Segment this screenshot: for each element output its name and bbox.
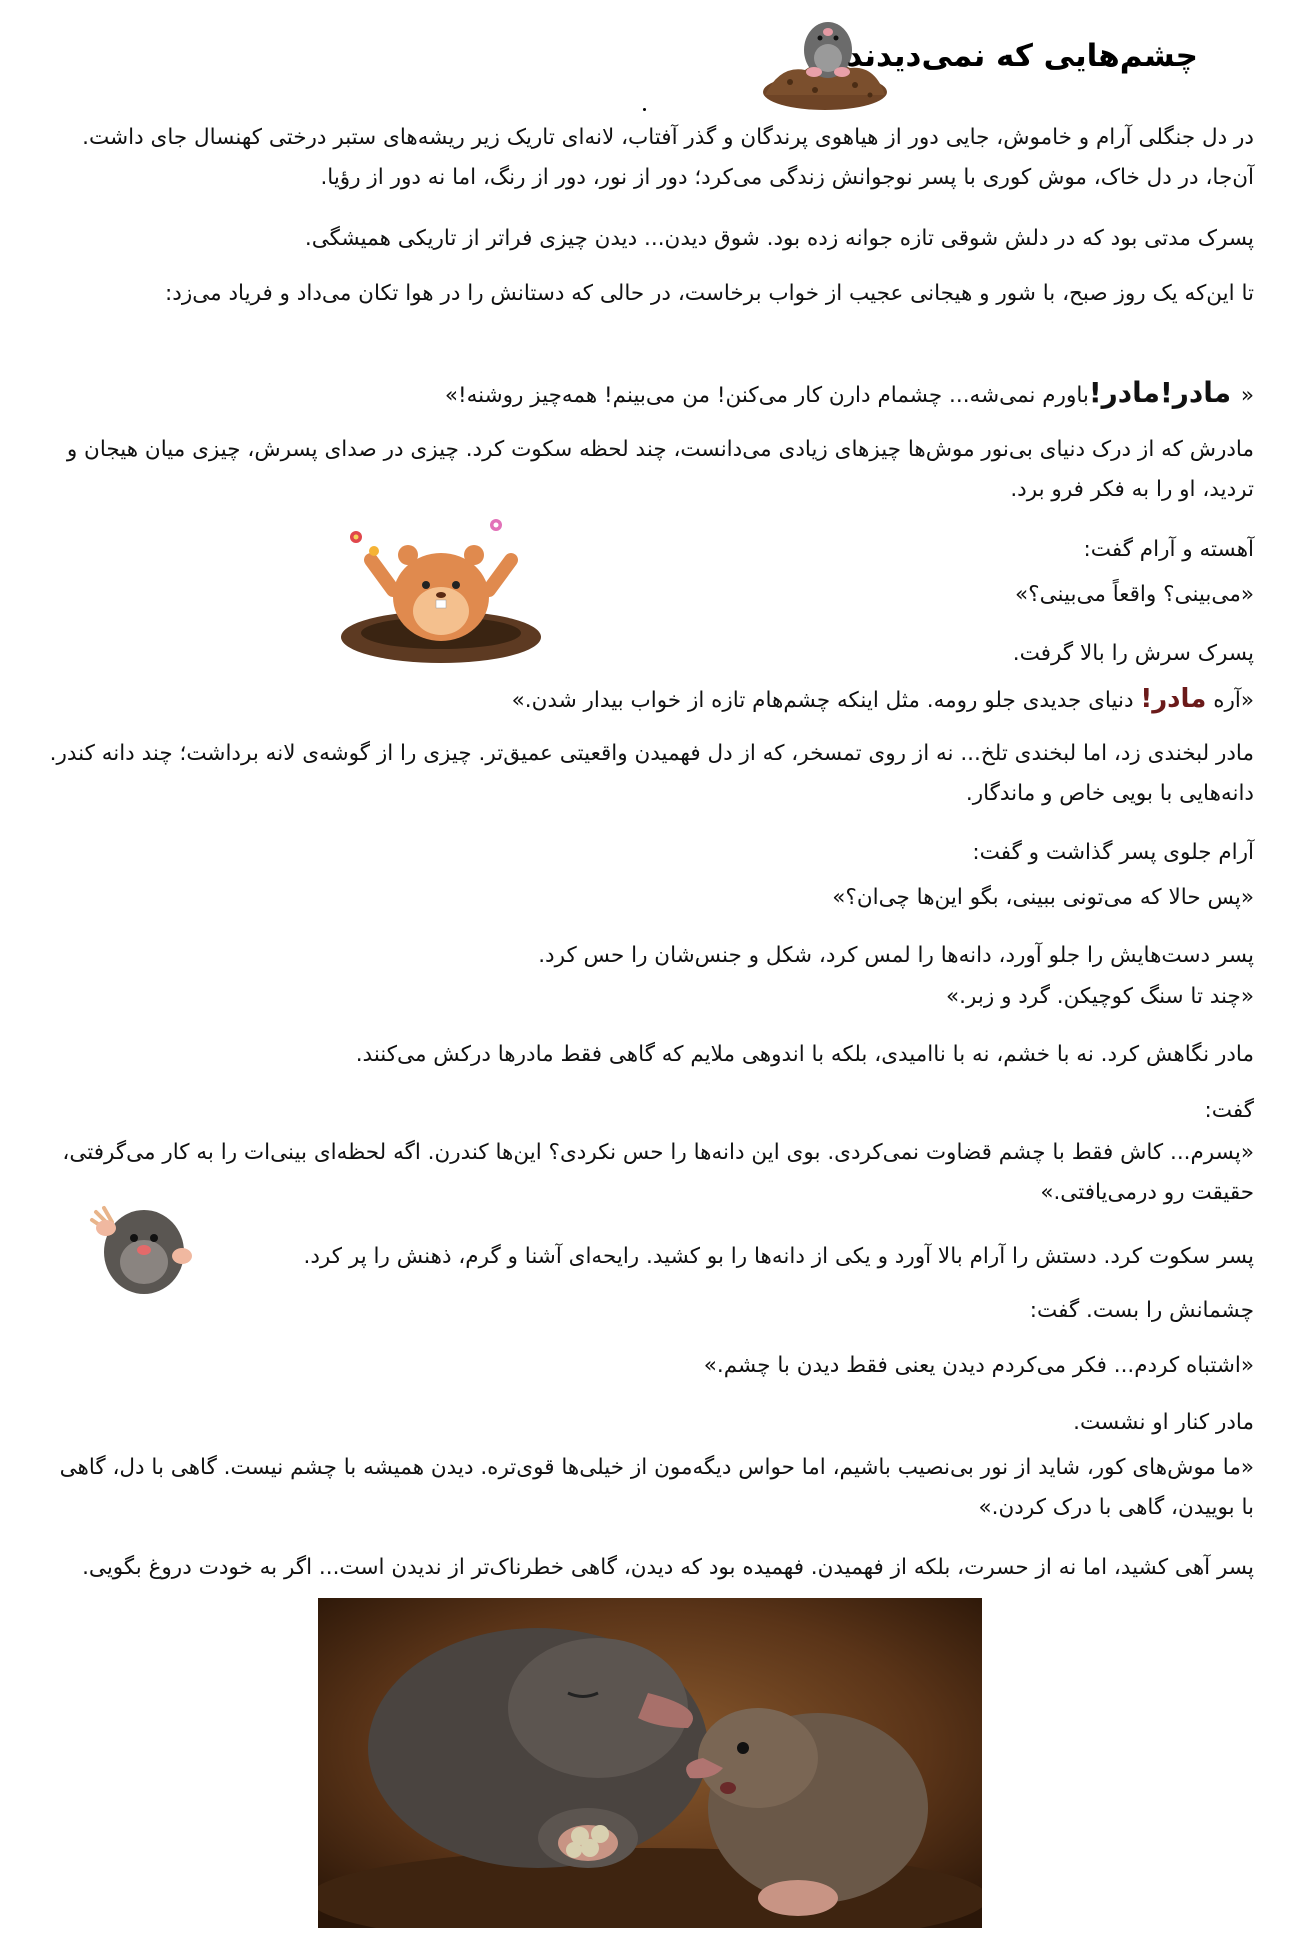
paragraph-16: گفت: — [1204, 1098, 1254, 1123]
paragraph-17: «پسرم... کاش فقط با چشم قضاوت نمی‌کردی. … — [62, 1140, 1254, 1205]
mother-and-son-moles-in-burrow-image — [318, 1598, 982, 1928]
paragraph-14: «چند تا سنگ کوچیکن. گرد و زبر.» — [946, 984, 1254, 1009]
paragraph-8: پسرک سرش را بالا گرفت. — [1012, 641, 1254, 666]
paragraph-11: آرام جلوی پسر گذاشت و گفت: — [972, 840, 1254, 865]
paragraph-10: مادر لبخندی زد، اما لبخندی تلخ... نه از … — [49, 741, 1254, 806]
dialogue-mother-word: مادر! — [1140, 684, 1207, 714]
paragraph-9-dialogue: «آره مادر! دنیای جدیدی جلو رومه. مثل این… — [254, 679, 1254, 721]
paragraph-12: «پس حالا که می‌تونی ببینی، بگو این‌ها چی… — [832, 885, 1254, 910]
paragraph-4-dialogue: « مادر!مادر!باورم نمی‌شه... چشمام دارن ک… — [54, 373, 1254, 416]
paragraph-23: پسر آهی کشید، اما نه از حسرت، بلکه از فه… — [82, 1555, 1254, 1580]
hamster-waving-in-hole-icon — [341, 519, 541, 663]
mole-with-claws-icon — [90, 1206, 192, 1294]
paragraph-13: پسر دست‌هایش را جلو آورد، دانه‌ها را لمس… — [538, 943, 1254, 968]
paragraph-21: مادر کنار او نشست. — [1073, 1410, 1254, 1435]
page-title: چشم‌هایی که نمی‌دیدند — [846, 38, 1198, 74]
paragraph-15: مادر نگاهش کرد. نه با خشم، نه با ناامیدی… — [355, 1042, 1254, 1067]
paragraph-3: تا این‌که یک روز صبح، با شور و هیجانی عج… — [165, 281, 1254, 306]
paragraph-7: «می‌بینی؟ واقعاً می‌بینی؟» — [1015, 582, 1254, 607]
paragraph-2: پسرک مدتی بود که در دلش شوقی تازه جوانه … — [304, 226, 1254, 251]
stray-dot — [643, 108, 646, 111]
dialogue-rest: باورم نمی‌شه... چشمام دارن کار می‌کنن! م… — [444, 383, 1089, 408]
paragraph-1: در دل جنگلی آرام و خاموش، جایی دور از هی… — [82, 125, 1254, 190]
paragraph-5: مادرش که از درک دنیای بی‌نور موش‌ها چیزه… — [66, 437, 1254, 502]
dialogue-rest: دنیای جدیدی جلو رومه. مثل اینکه چشم‌هام … — [511, 688, 1141, 713]
paragraph-22: «ما موش‌های کور، شاید از نور بی‌نصیب باش… — [59, 1455, 1254, 1520]
paragraph-19: چشمانش را بست. گفت: — [1029, 1298, 1254, 1323]
dialogue-open: «آره — [1206, 688, 1254, 713]
dialogue-mother-exclaim: مادر!مادر! — [1088, 376, 1241, 409]
paragraph-20: «اشتباه کردم... فکر می‌کردم دیدن یعنی فق… — [703, 1353, 1254, 1378]
story-page: چشم‌هایی که نمی‌دیدند در دل جنگلی آرام و… — [0, 0, 1290, 1940]
paragraph-18: پسر سکوت کرد. دستش را آرام بالا آورد و ی… — [303, 1244, 1254, 1269]
quote-open: « — [1240, 383, 1254, 408]
paragraph-6: آهسته و آرام گفت: — [1083, 537, 1255, 562]
